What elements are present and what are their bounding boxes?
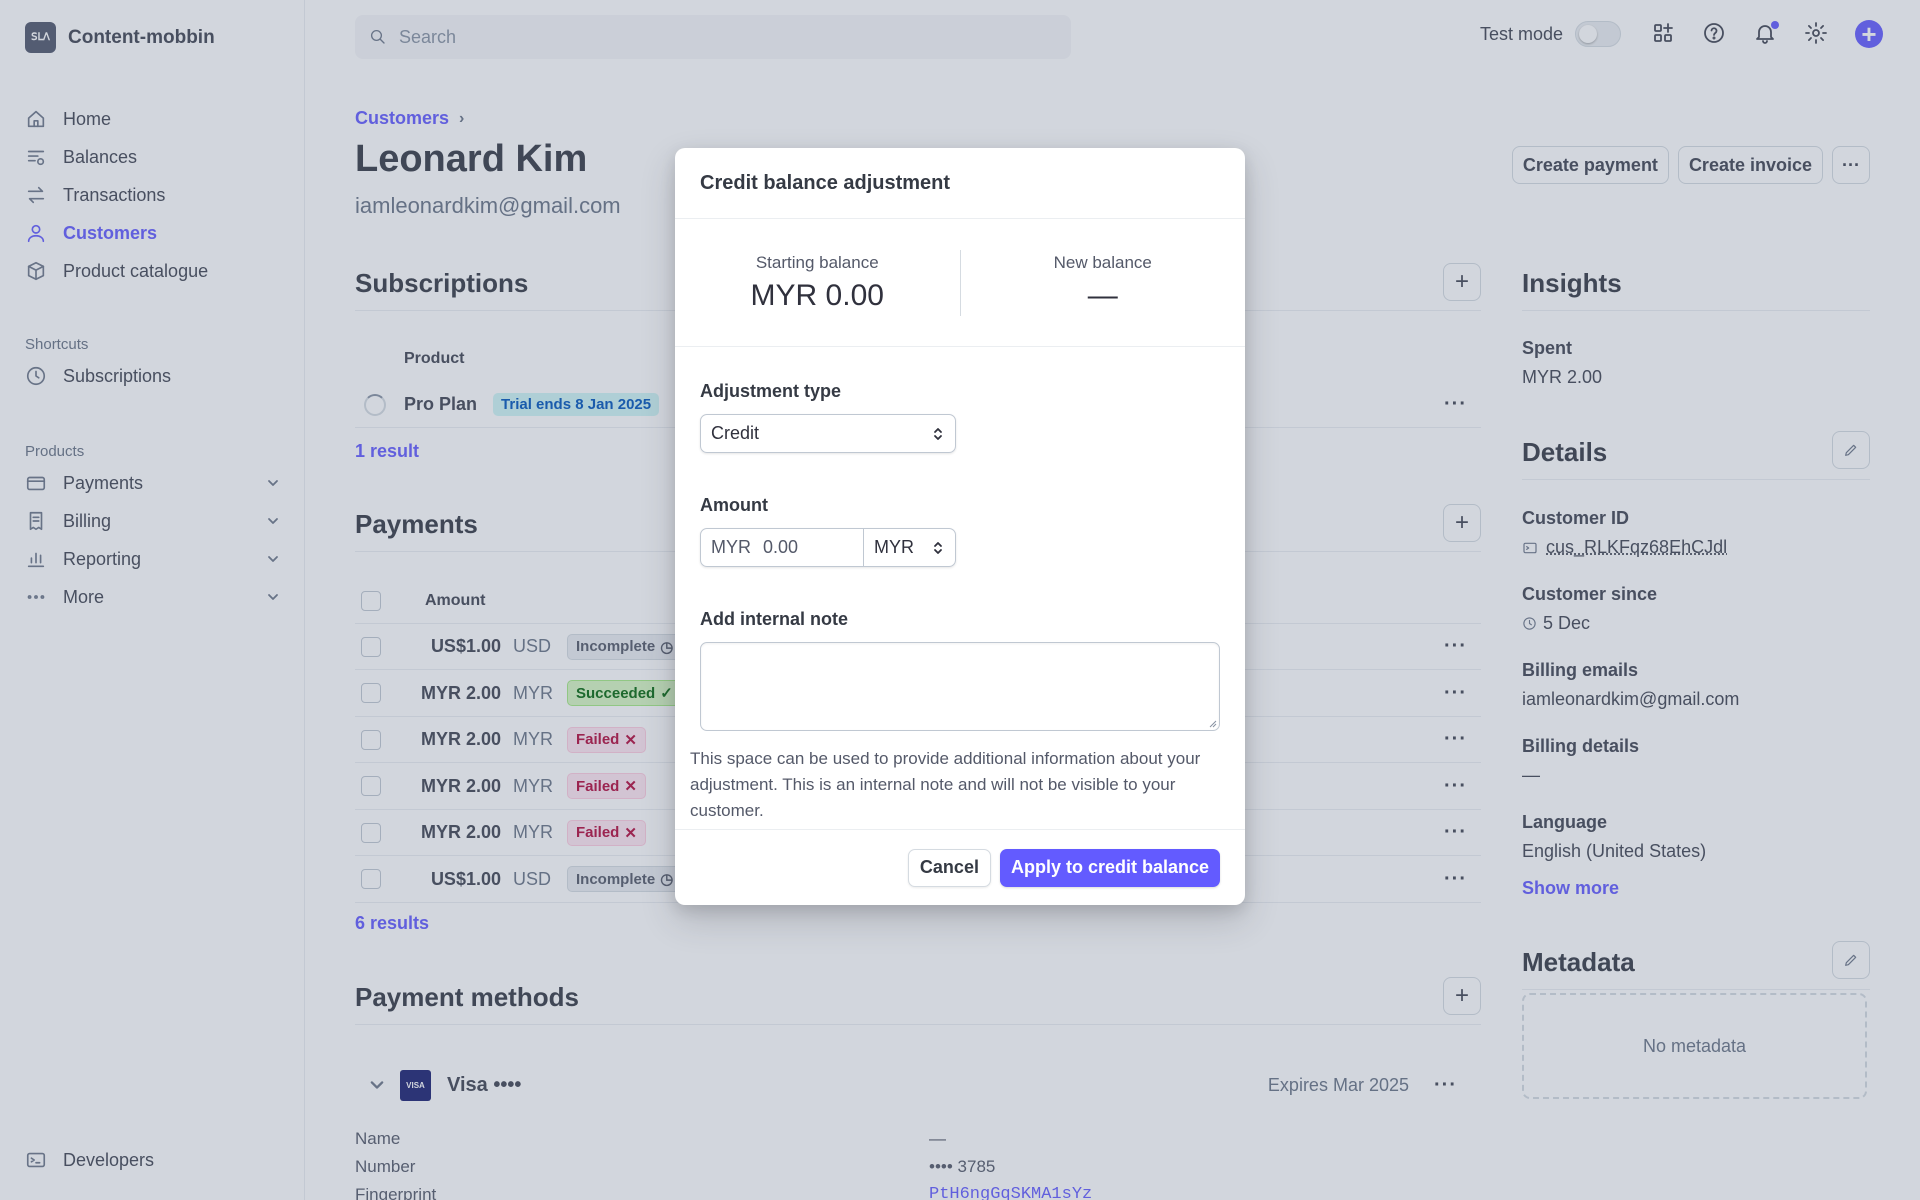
new-balance-value: —: [961, 279, 1246, 313]
adjustment-type-label: Adjustment type: [700, 381, 1220, 402]
balance-summary: Starting balance MYR 0.00 New balance —: [675, 219, 1245, 347]
select-arrows-icon: [931, 427, 945, 441]
amount-value: 0.00: [763, 537, 798, 558]
new-balance-label: New balance: [961, 253, 1246, 273]
starting-balance-label: Starting balance: [675, 253, 960, 273]
modal-footer: Cancel Apply to credit balance: [675, 829, 1245, 905]
credit-balance-modal: Credit balance adjustment Starting balan…: [675, 148, 1245, 905]
adjustment-type-select[interactable]: Credit: [700, 414, 956, 453]
note-label: Add internal note: [700, 609, 1220, 630]
modal-form: Adjustment type Credit Amount MYR 0.00 M…: [675, 381, 1245, 824]
new-balance: New balance —: [961, 253, 1246, 313]
amount-input[interactable]: MYR 0.00: [701, 529, 864, 566]
adjustment-type-value: Credit: [711, 423, 759, 444]
cancel-button[interactable]: Cancel: [908, 849, 991, 887]
starting-balance: Starting balance MYR 0.00: [675, 253, 960, 313]
currency-select[interactable]: MYR: [864, 529, 955, 566]
amount-label: Amount: [700, 495, 1220, 516]
select-arrows-icon: [931, 541, 945, 555]
internal-note-textarea[interactable]: [700, 642, 1220, 731]
starting-balance-value: MYR 0.00: [675, 279, 960, 313]
note-help-text: This space can be used to provide additi…: [690, 746, 1235, 824]
apply-to-credit-balance-button[interactable]: Apply to credit balance: [1000, 849, 1220, 887]
modal-title: Credit balance adjustment: [675, 148, 1245, 219]
amount-prefix: MYR: [711, 537, 751, 558]
amount-field: MYR 0.00 MYR: [700, 528, 956, 567]
currency-value: MYR: [874, 537, 914, 558]
resize-handle-icon: [1207, 718, 1217, 728]
